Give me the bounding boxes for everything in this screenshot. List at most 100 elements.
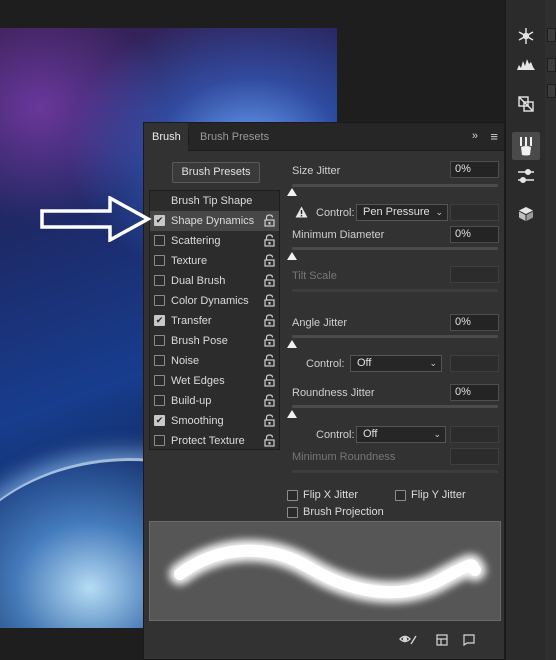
eye-brush-icon[interactable] [399,634,417,649]
setting-row-shape-dynamics[interactable]: ✔ Shape Dynamics [150,211,279,231]
histogram-icon[interactable] [512,50,540,78]
setting-row-noise[interactable]: Noise [150,351,279,371]
setting-checkbox[interactable] [154,375,165,386]
lock-icon[interactable] [264,254,275,267]
setting-row-build-up[interactable]: Build-up [150,391,279,411]
lock-icon[interactable] [264,354,275,367]
tab-brush-presets[interactable]: Brush Presets [192,123,277,151]
lock-icon[interactable] [264,334,275,347]
new-brush-icon[interactable] [463,634,475,649]
size-control-label: Control: [316,207,355,219]
setting-row-transfer[interactable]: ✔ Transfer [150,311,279,331]
setting-checkbox[interactable]: ✔ [154,415,165,426]
edge-tab[interactable] [547,58,556,72]
brush-stroke-preview [149,521,501,621]
adjust-sliders-icon[interactable] [512,162,540,190]
edge-tab[interactable] [547,84,556,98]
setting-row-texture[interactable]: Texture [150,251,279,271]
size-control-extra-input[interactable] [450,204,499,221]
snowflake-icon[interactable] [512,22,540,50]
setting-checkbox[interactable] [154,435,165,446]
angle-jitter-label: Angle Jitter [292,317,348,329]
angle-control-label: Control: [306,358,345,370]
roundness-jitter-thumb[interactable] [287,410,297,418]
angle-control-select[interactable]: Off ⌄ [350,355,442,372]
minimum-diameter-label: Minimum Diameter [292,229,385,241]
setting-checkbox[interactable]: ✔ [154,315,165,326]
tab-brush[interactable]: Brush [144,123,188,151]
chevron-down-icon: ⌄ [435,207,443,217]
size-jitter-thumb[interactable] [287,188,297,196]
flip-x-jitter-checkbox[interactable] [287,490,298,501]
angle-control-value: Off [357,357,372,369]
roundness-jitter-input[interactable]: 0% [450,384,499,401]
setting-checkbox[interactable] [154,255,165,266]
minimum-roundness-slider[interactable] [292,470,498,473]
tilt-scale-input[interactable] [450,266,499,283]
roundness-control-label: Control: [316,429,355,441]
edge-tab[interactable] [547,28,556,42]
setting-row-dual-brush[interactable]: Dual Brush [150,271,279,291]
lock-icon[interactable] [264,414,275,427]
brush-settings-icon[interactable] [512,132,540,160]
lock-icon[interactable] [264,234,275,247]
lock-icon[interactable] [264,314,275,327]
roundness-control-extra-input[interactable] [450,426,499,443]
brush-presets-button[interactable]: Brush Presets [172,162,260,183]
roundness-jitter-slider[interactable] [292,405,498,408]
setting-label: Build-up [171,395,212,407]
cube-icon[interactable] [512,200,540,228]
panel-menu-icon[interactable]: ≡ [490,129,498,144]
brush-projection-checkbox[interactable] [287,507,298,518]
minimum-diameter-slider[interactable] [292,247,498,250]
setting-row-protect-texture[interactable]: Protect Texture [150,431,279,451]
lock-icon[interactable] [264,294,275,307]
minimum-roundness-label: Minimum Roundness [292,451,396,463]
setting-row-scattering[interactable]: Scattering [150,231,279,251]
flip-x-jitter-label: Flip X Jitter [303,489,359,501]
angle-jitter-slider[interactable] [292,335,498,338]
size-jitter-slider[interactable] [292,184,498,187]
setting-label: Protect Texture [171,435,245,447]
angle-jitter-thumb[interactable] [287,340,297,348]
setting-label: Dual Brush [171,275,226,287]
panel-tab-bar: Brush Brush Presets » ≡ [144,123,504,151]
warning-icon [295,206,308,218]
setting-row-brush-pose[interactable]: Brush Pose [150,331,279,351]
lock-icon[interactable] [264,214,275,227]
size-jitter-label: Size Jitter [292,165,341,177]
setting-row-color-dynamics[interactable]: Color Dynamics [150,291,279,311]
setting-checkbox[interactable] [154,335,165,346]
expand-panel-icon[interactable]: » [472,130,478,142]
roundness-control-select[interactable]: Off ⌄ [356,426,446,443]
brush-tip-shape-item[interactable]: Brush Tip Shape [150,191,279,211]
setting-checkbox[interactable] [154,275,165,286]
setting-row-wet-edges[interactable]: Wet Edges [150,371,279,391]
setting-checkbox[interactable] [154,295,165,306]
grid-icon[interactable] [436,634,448,649]
brush-projection-label: Brush Projection [303,506,384,518]
flip-y-jitter-checkbox[interactable] [395,490,406,501]
setting-checkbox[interactable] [154,235,165,246]
angle-jitter-input[interactable]: 0% [450,314,499,331]
setting-checkbox[interactable]: ✔ [154,215,165,226]
roundness-control-value: Off [363,428,378,440]
setting-label: Wet Edges [171,375,225,387]
lock-icon[interactable] [264,374,275,387]
transform-icon[interactable] [512,90,540,118]
minimum-diameter-input[interactable]: 0% [450,226,499,243]
size-control-select[interactable]: Pen Pressure ⌄ [356,204,448,221]
minimum-diameter-thumb[interactable] [287,252,297,260]
brush-settings-panel: Brush Brush Presets » ≡ Brush Presets Br… [143,122,505,660]
setting-row-smoothing[interactable]: ✔ Smoothing [150,411,279,431]
lock-icon[interactable] [264,274,275,287]
size-jitter-input[interactable]: 0% [450,161,499,178]
setting-checkbox[interactable] [154,395,165,406]
setting-label: Color Dynamics [171,295,249,307]
minimum-roundness-input[interactable] [450,448,499,465]
setting-checkbox[interactable] [154,355,165,366]
tilt-scale-slider[interactable] [292,289,498,292]
angle-control-extra-input[interactable] [450,355,499,372]
lock-icon[interactable] [264,394,275,407]
lock-icon[interactable] [264,434,275,447]
